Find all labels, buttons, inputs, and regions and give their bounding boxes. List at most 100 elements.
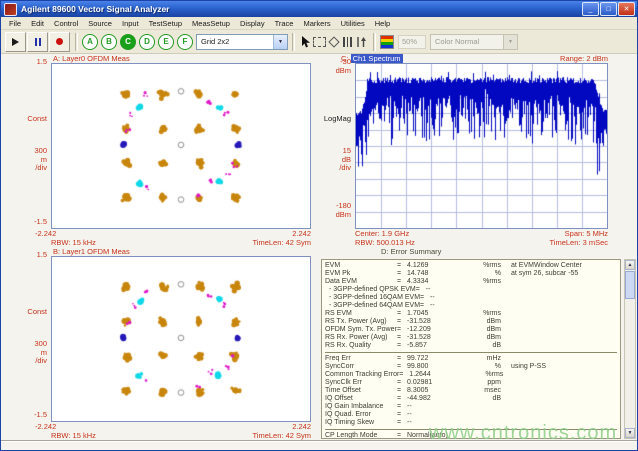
scrollbar-thumb[interactable] <box>625 271 635 299</box>
pane-b-layer1-ofdm: B: Layer1 OFDM Meas 1.5 Const 300m/div -… <box>1 248 317 441</box>
error-summary-row: - 3GPP-defined 64QAM EVM=-- <box>325 302 620 310</box>
marker-tool-button[interactable] <box>327 34 340 50</box>
toolbar-separator <box>75 33 78 51</box>
grid-layout-select[interactable]: Grid 2x2 ▼ <box>196 34 288 50</box>
diamond-marker-icon <box>328 36 339 47</box>
pane-c-center-rbw: Center: 1.9 GHzRBW: 500.013 Hz <box>355 230 415 247</box>
zoom-level-select[interactable]: 50% <box>398 35 426 49</box>
menu-item-utilities[interactable]: Utilities <box>336 19 370 28</box>
color-mode-value: Color Normal <box>435 37 479 46</box>
scroll-down-icon[interactable]: ▼ <box>625 428 635 438</box>
error-summary-row: RS EVM=1.7045%rms <box>325 310 620 318</box>
zoom-select-tool-button[interactable] <box>313 34 326 50</box>
pane-a-y-scale: 300m/div <box>13 147 47 173</box>
pane-a-layer0-ofdm: A: Layer0 OFDM Meas 1.5 Const 300m/div -… <box>1 55 317 248</box>
error-summary-row: IQ Gain Imbalance=-- <box>325 403 620 411</box>
menu-bar: FileEditControlSourceInputTestSetupMeasS… <box>1 17 637 30</box>
trace-button-d[interactable]: D <box>139 34 155 50</box>
pane-d-error-summary: D: Error Summary EVM=4.1269%rmsat EVMWin… <box>317 248 638 441</box>
chevron-down-icon[interactable]: ▼ <box>503 35 517 49</box>
menu-item-testsetup[interactable]: TestSetup <box>144 19 187 28</box>
offset-marker-tool-button[interactable] <box>355 34 368 50</box>
trace-button-group: ABCDEF <box>82 34 196 50</box>
menu-item-meassetup[interactable]: MeasSetup <box>187 19 235 28</box>
trace-button-a[interactable]: A <box>82 34 98 50</box>
error-summary-row: SyncCorr=99.800%using P-SS <box>325 363 620 371</box>
trace-button-f[interactable]: F <box>177 34 193 50</box>
menu-item-help[interactable]: Help <box>370 19 395 28</box>
error-summary-scrollbar[interactable]: ▲ ▼ <box>624 259 636 439</box>
pane-a-timelen: TimeLen: 42 Sym <box>191 239 311 248</box>
pane-c-selected-title: Ch1 Spectrum <box>351 54 403 63</box>
title-bar[interactable]: Agilent 89600 Vector Signal Analyzer _ □… <box>1 1 637 17</box>
color-mode-select[interactable]: Color Normal ▼ <box>430 34 518 50</box>
error-summary-row: RS Tx. Power (Avg)=-31.528dBm <box>325 318 620 326</box>
error-summary-row: Freq Err=99.722mHz <box>325 355 620 363</box>
close-button[interactable]: ✕ <box>618 2 635 16</box>
pause-button[interactable] <box>27 32 48 52</box>
pane-d-title: D: Error Summary <box>381 248 441 257</box>
menu-item-source[interactable]: Source <box>83 19 117 28</box>
error-summary-row: - 3GPP-defined QPSK EVM=-- <box>325 286 620 294</box>
record-button[interactable] <box>49 32 70 52</box>
error-summary-row: EVM Pk=14.748%at sym 26, subcar -55 <box>325 270 620 278</box>
pane-c-spectrum: C: Ch1 Spectrum Range: 2 dBm -30dBm LogM… <box>317 55 638 248</box>
toolbar-separator <box>292 33 295 51</box>
play-icon <box>12 38 19 46</box>
error-summary-row: Data EVM=4.3334%rms <box>325 278 620 286</box>
band-marker-tool-button[interactable] <box>341 34 354 50</box>
trace-button-c[interactable]: C <box>120 34 136 50</box>
error-summary-row: SyncClk Err=0.02981ppm <box>325 379 620 387</box>
spectrum-canvas <box>356 64 607 228</box>
menu-item-control[interactable]: Control <box>49 19 83 28</box>
pane-a-y-min: -1.5 <box>13 218 47 227</box>
window-title: Agilent 89600 Vector Signal Analyzer <box>21 4 581 14</box>
trace-button-b[interactable]: B <box>101 34 117 50</box>
toolbar-separator <box>373 33 376 51</box>
error-summary-row: RS Rx. Quality=-5.857dB <box>325 342 620 350</box>
menu-item-display[interactable]: Display <box>235 19 270 28</box>
pane-a-y-axis-label: Const <box>13 115 47 124</box>
band-bars-icon <box>343 37 352 47</box>
minimize-button[interactable]: _ <box>582 2 599 16</box>
app-icon <box>4 3 17 16</box>
scroll-up-icon[interactable]: ▲ <box>625 260 635 270</box>
pointer-icon <box>301 36 311 48</box>
pane-a-plot-area <box>51 63 311 229</box>
pane-b-y-min: -1.5 <box>13 411 47 420</box>
pane-b-y-max: 1.5 <box>13 251 47 260</box>
pane-b-y-axis-label: Const <box>13 308 47 317</box>
pointer-tool-button[interactable] <box>299 34 312 50</box>
pane-b-y-scale: 300m/div <box>13 340 47 366</box>
pane-c-y-scale: 15dB/div <box>319 147 351 173</box>
error-summary-separator <box>325 352 617 353</box>
pane-c-y-max: -30dBm <box>319 58 351 75</box>
menu-item-file[interactable]: File <box>4 19 26 28</box>
menu-item-input[interactable]: Input <box>117 19 144 28</box>
play-button[interactable] <box>5 32 26 52</box>
constellation-a-canvas <box>52 64 310 228</box>
error-summary-row: RS Rx. Power (Avg)=-31.528dBm <box>325 334 620 342</box>
grid-layout-value: Grid 2x2 <box>201 37 229 46</box>
app-window: Agilent 89600 Vector Signal Analyzer _ □… <box>0 0 638 451</box>
pane-c-span-timelen: Span: 5 MHzTimeLen: 3 mSec <box>495 230 608 247</box>
marker-arrow-icon <box>356 36 367 48</box>
record-icon <box>56 38 63 45</box>
toolbar: ABCDEF Grid 2x2 ▼ 50% Color Normal ▼ <box>1 30 637 54</box>
watermark: www.cntronics.com <box>429 422 617 445</box>
menu-item-trace[interactable]: Trace <box>270 19 299 28</box>
error-summary-row: IQ Offset=-44.982dB <box>325 395 620 403</box>
error-summary-row: - 3GPP-defined 16QAM EVM=-- <box>325 294 620 302</box>
pane-c-y-axis-label: LogMag <box>319 115 351 124</box>
constellation-b-canvas <box>52 257 310 421</box>
trace-button-e[interactable]: E <box>158 34 174 50</box>
menu-item-edit[interactable]: Edit <box>26 19 49 28</box>
error-summary-row: IQ Quad. Error=-- <box>325 411 620 419</box>
maximize-button[interactable]: □ <box>600 2 617 16</box>
pause-icon <box>35 38 41 46</box>
menu-item-markers[interactable]: Markers <box>298 19 335 28</box>
chevron-down-icon[interactable]: ▼ <box>273 35 287 49</box>
pane-a-y-max: 1.5 <box>13 58 47 67</box>
pane-b-plot-area <box>51 256 311 422</box>
error-summary-row: Time Offset=8.3005msec <box>325 387 620 395</box>
